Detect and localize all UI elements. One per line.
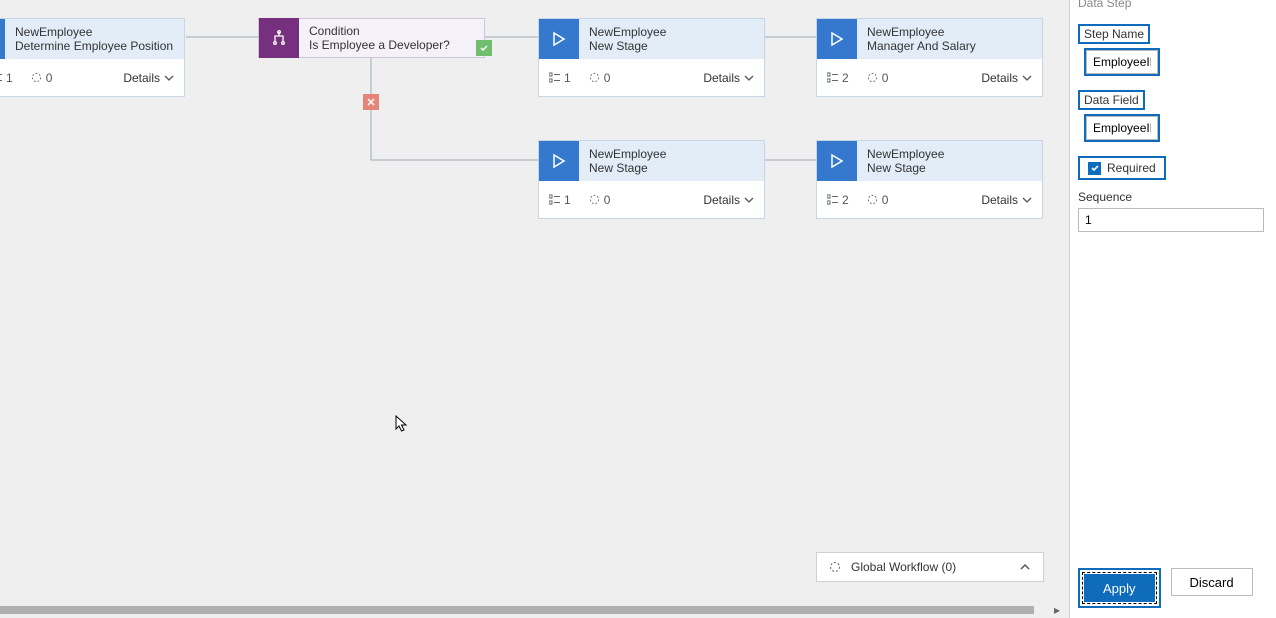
global-workflow-bar[interactable]: Global Workflow (0) [816,552,1044,582]
spinner-icon [589,72,600,83]
horizontal-scrollbar[interactable] [0,606,1034,614]
stage-icon [817,19,857,59]
stage-new-stage-3[interactable]: NewEmployee New Stage 2 0 Details [816,140,1043,219]
stage-icon [539,19,579,59]
stage-entity: NewEmployee [867,147,944,161]
scroll-right-arrow[interactable]: ▸ [1051,604,1063,616]
details-toggle[interactable]: Details [703,193,754,207]
condition-type: Condition [309,24,450,38]
stage-icon [539,141,579,181]
spinner-icon [829,561,841,573]
stage-entity: NewEmployee [867,25,976,39]
condition-true-badge [476,40,492,56]
properties-panel: Data Step Step Name Data Field Required … [1069,0,1276,618]
required-checkbox[interactable] [1088,162,1101,175]
stage-new-stage-1[interactable]: NewEmployee New Stage 1 0 Details [538,18,765,97]
spinner-icon [867,194,878,205]
chevron-down-icon [164,73,174,83]
details-toggle[interactable]: Details [981,71,1032,85]
required-label: Required [1107,161,1156,175]
condition-false-badge [363,94,379,110]
workflow-canvas[interactable]: NewEmployee Determine Employee Position … [0,0,1069,618]
chevron-down-icon [744,195,754,205]
chevron-down-icon [1022,73,1032,83]
stage-manager-salary[interactable]: NewEmployee Manager And Salary 2 0 Detai… [816,18,1043,97]
spinner-icon [589,194,600,205]
stage-determine-position[interactable]: NewEmployee Determine Employee Position … [0,18,185,97]
spinner-icon [31,72,42,83]
steps-icon [827,72,838,83]
panel-header: Data Step [1078,0,1264,10]
stage-label: New Stage [867,161,944,175]
stage-icon [817,141,857,181]
sequence-label: Sequence [1078,190,1264,204]
global-workflow-label: Global Workflow (0) [851,560,956,574]
details-toggle[interactable]: Details [703,71,754,85]
chevron-down-icon [744,73,754,83]
details-toggle[interactable]: Details [123,71,174,85]
stage-label: Manager And Salary [867,39,976,53]
condition-is-developer[interactable]: Condition Is Employee a Developer? [258,18,485,58]
steps-icon [827,194,838,205]
stage-label: New Stage [589,161,666,175]
stage-entity: NewEmployee [15,25,173,39]
stage-entity: NewEmployee [589,147,666,161]
steps-icon [549,194,560,205]
steps-count: 1 [6,71,13,85]
steps-icon [549,72,560,83]
sequence-input[interactable] [1078,208,1264,232]
stage-entity: NewEmployee [589,25,666,39]
chevron-down-icon [1022,195,1032,205]
stage-label: Determine Employee Position [15,39,173,53]
details-toggle[interactable]: Details [981,193,1032,207]
data-field-input[interactable] [1086,116,1158,140]
stage-new-stage-2[interactable]: NewEmployee New Stage 1 0 Details [538,140,765,219]
spinner-icon [867,72,878,83]
step-name-label: Step Name [1078,24,1150,44]
cursor-icon [395,415,409,433]
stage-label: New Stage [589,39,666,53]
condition-label: Is Employee a Developer? [309,38,450,52]
apply-button[interactable]: Apply [1084,574,1155,602]
steps-icon [0,72,2,83]
discard-button[interactable]: Discard [1171,568,1253,596]
chevron-up-icon[interactable] [1019,561,1031,573]
spinner-count: 0 [46,71,53,85]
condition-icon [259,18,299,58]
step-name-input[interactable] [1086,50,1158,74]
data-field-label: Data Field [1078,90,1145,110]
